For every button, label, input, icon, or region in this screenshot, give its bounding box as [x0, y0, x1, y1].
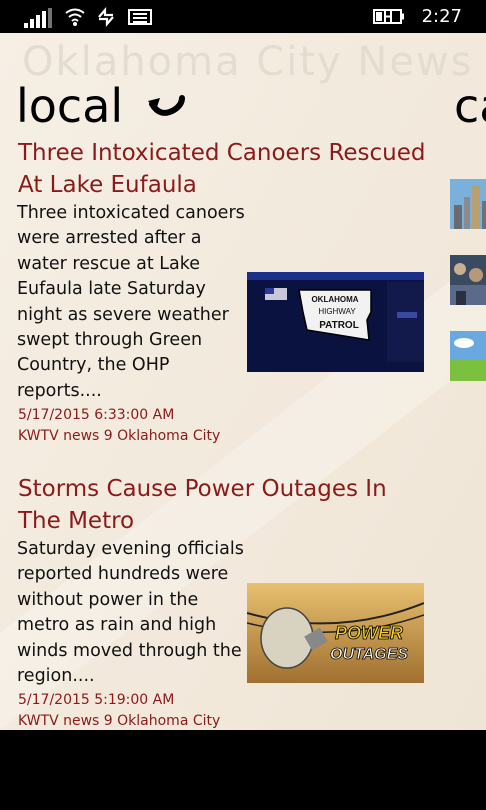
peek-thumbnail-crowd[interactable]: [450, 255, 486, 305]
panorama-content[interactable]: Oklahoma City News local ca Three Intoxi…: [0, 33, 486, 730]
thumb-text-oklahoma: OKLAHOMA: [311, 295, 358, 304]
peek-thumbnail-city[interactable]: [450, 179, 486, 229]
story-date: 5/17/2015 6:33:00 AM: [18, 407, 175, 423]
refresh-arrow-icon[interactable]: [148, 94, 188, 120]
story-source: KWTV news 9 Oklahoma City: [18, 428, 221, 444]
thumb-text-highway: HIGHWAY: [318, 307, 356, 316]
story-thumbnail[interactable]: OKLAHOMA HIGHWAY PATROL: [247, 272, 424, 372]
thumb-text-outages: OUTAGES: [330, 646, 408, 663]
app-bar[interactable]: [0, 730, 486, 810]
story-headline[interactable]: Three Intoxicated Canoers Rescued At Lak…: [18, 137, 428, 201]
highway-patrol-image: OKLAHOMA HIGHWAY PATROL: [247, 272, 424, 372]
section-title: local: [16, 79, 124, 133]
status-bar: 2:27: [0, 0, 486, 33]
story-headline[interactable]: Storms Cause Power Outages In The Metro: [18, 473, 428, 537]
message-icon: [128, 9, 152, 25]
data-sync-icon: [98, 7, 114, 27]
story-thumbnail[interactable]: POWER OUTAGES: [247, 583, 424, 683]
next-section-peek[interactable]: ca: [454, 79, 486, 133]
power-outage-image: POWER OUTAGES: [247, 583, 424, 683]
story-summary[interactable]: Three intoxicated canoers were arrested …: [17, 201, 245, 404]
wifi-icon: [65, 8, 85, 26]
thumb-text-power: POWER: [335, 623, 403, 643]
peek-thumbnail-field[interactable]: [450, 331, 486, 381]
clock: 2:27: [421, 6, 462, 27]
signal-icon: [24, 8, 54, 28]
battery-charging-icon: [373, 9, 404, 24]
story-source: KWTV news 9 Oklahoma City: [18, 713, 221, 729]
thumb-text-patrol: PATROL: [319, 320, 359, 331]
story-date: 5/17/2015 5:19:00 AM: [18, 692, 175, 708]
story-summary[interactable]: Saturday evening officials reported hund…: [17, 537, 245, 689]
